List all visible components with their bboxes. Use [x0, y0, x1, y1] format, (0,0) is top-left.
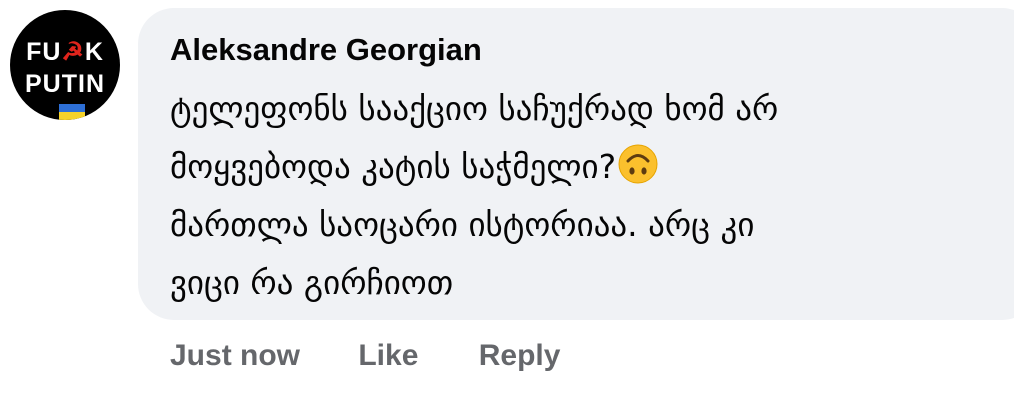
avatar[interactable]: FU☭K PUTIN [10, 10, 120, 120]
comment-text: ტელეფონს სააქციო საჩუქრად ხომ არ მოყვებო… [170, 80, 990, 312]
comment-line: ტელეფონს სააქციო საჩუქრად ხომ არ [170, 89, 779, 128]
avatar-text-line2: PUTIN [25, 70, 105, 98]
author-name[interactable]: Aleksandre Georgian [170, 30, 482, 70]
comment: FU☭K PUTIN Aleksandre Georgian ტელეფონს … [0, 0, 1014, 407]
like-button[interactable]: Like [358, 334, 418, 378]
ukraine-flag-icon [59, 104, 85, 120]
comment-line: მართლა საოცარი ისტორიაა. არც კი [170, 205, 755, 244]
hammer-and-sickle-icon: ☭ [61, 38, 85, 66]
reply-button[interactable]: Reply [479, 334, 561, 378]
comment-line: მოყვებოდა კატის საჭმელი? [170, 138, 990, 196]
comment-line: ვიცი რა გირჩიოთ [170, 263, 454, 302]
avatar-text-line1: FU☭K [26, 38, 104, 66]
timestamp[interactable]: Just now [170, 334, 300, 378]
upside-down-face-icon [618, 144, 658, 184]
comment-actions: Just now Like Reply [170, 334, 612, 378]
